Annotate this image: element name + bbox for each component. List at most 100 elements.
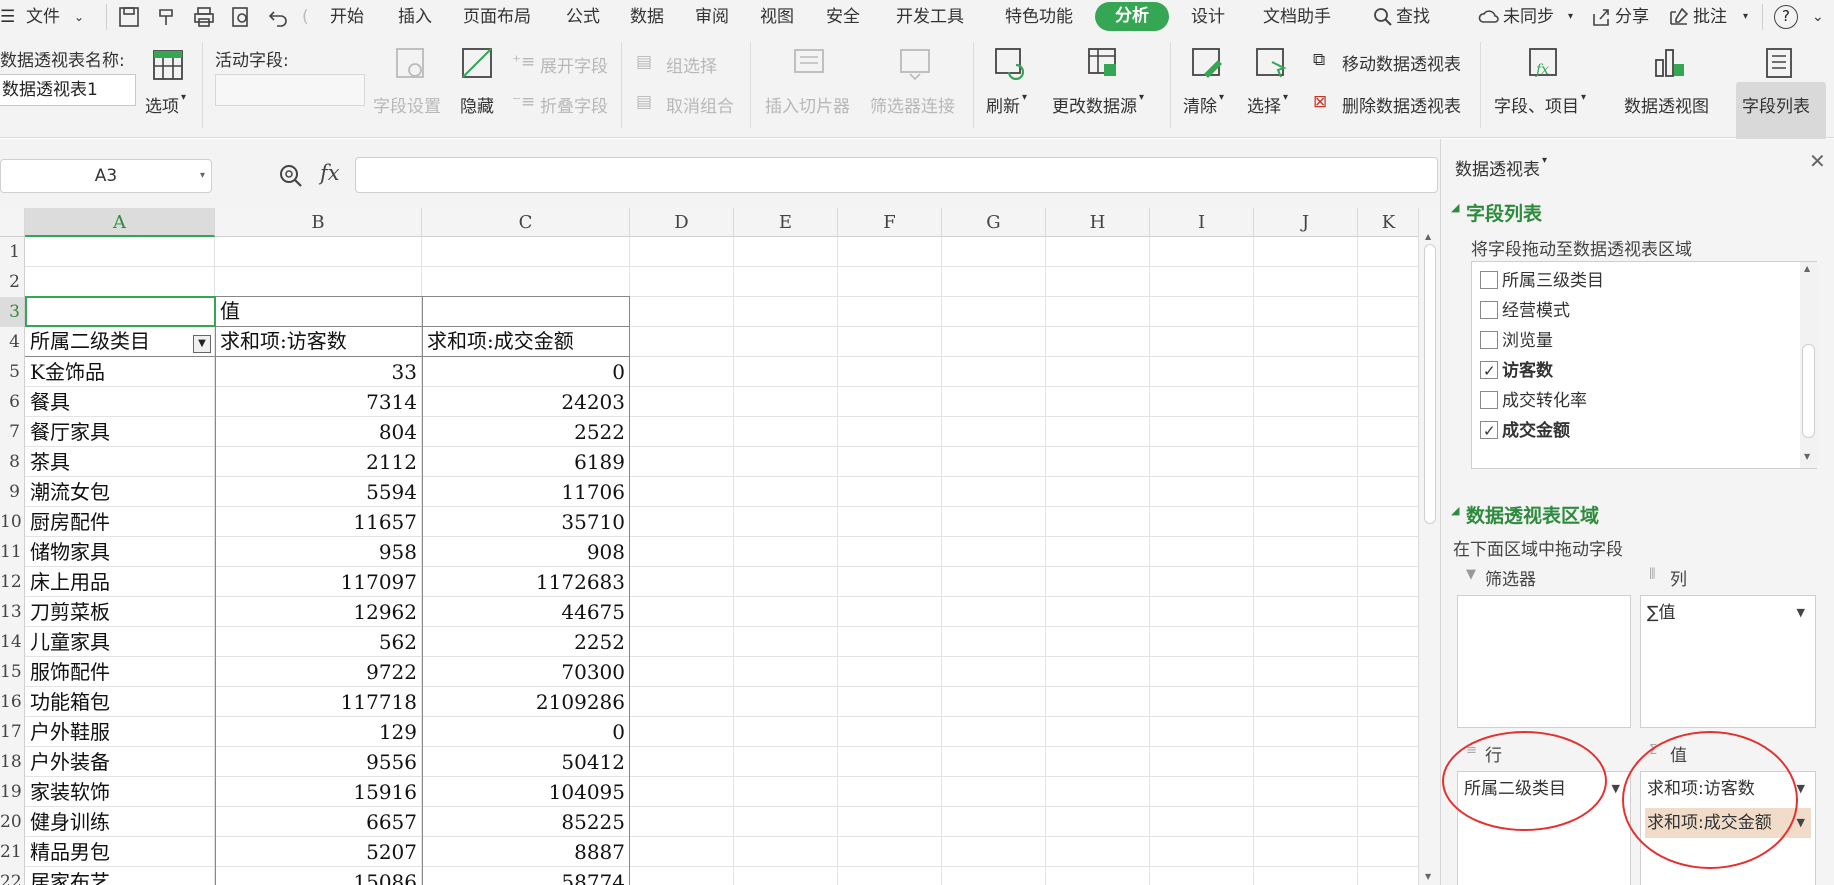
comment-button[interactable]: 批注 — [1693, 0, 1727, 34]
row-header[interactable]: 2 — [0, 267, 25, 297]
tab-analyze[interactable]: 分析 — [1095, 2, 1169, 31]
visitors-cell[interactable]: 117718 — [215, 687, 417, 717]
clear-button[interactable]: 清除 ▾ — [1183, 92, 1224, 117]
visitors-cell[interactable]: 2112 — [215, 447, 417, 477]
checkbox-unchecked[interactable] — [1480, 331, 1498, 349]
row-header[interactable]: 20 — [0, 807, 25, 837]
amount-cell[interactable]: 50412 — [422, 747, 625, 777]
visitors-cell[interactable]: 9722 — [215, 657, 417, 687]
pivot-name-input[interactable]: 数据透视表1 — [0, 74, 136, 106]
amount-cell[interactable]: 1172683 — [422, 567, 625, 597]
share-button[interactable]: 分享 — [1615, 0, 1649, 34]
cloud-sync-icon[interactable] — [1478, 6, 1500, 28]
tab-data[interactable]: 数据 — [630, 0, 664, 34]
pivot-options-icon[interactable] — [151, 48, 185, 82]
row-header[interactable]: 9 — [0, 477, 25, 507]
visitors-cell[interactable]: 129 — [215, 717, 417, 747]
row-header[interactable]: 21 — [0, 837, 25, 867]
row-header[interactable]: 7 — [0, 417, 25, 447]
chevron-down-icon[interactable]: ⌄ — [1812, 0, 1824, 34]
amount-cell[interactable]: 2252 — [422, 627, 625, 657]
row-header[interactable]: 4 — [0, 327, 25, 357]
column-header-f[interactable]: F — [838, 208, 942, 237]
ungroup-button[interactable]: 取消组合 — [666, 92, 734, 117]
tab-insert[interactable]: 插入 — [398, 0, 432, 34]
pivot-col-header-amount[interactable]: 求和项:成交金额 — [427, 326, 574, 356]
column-header-g[interactable]: G — [942, 208, 1046, 237]
hide-icon[interactable] — [460, 46, 494, 80]
save-icon[interactable] — [118, 6, 140, 28]
visitors-cell[interactable]: 117097 — [215, 567, 417, 597]
group-selection-button[interactable]: 组选择 — [666, 52, 717, 77]
change-data-source-icon[interactable] — [1086, 46, 1120, 80]
formula-input[interactable] — [355, 157, 1438, 193]
scroll-thumb[interactable] — [1424, 244, 1436, 524]
visitors-cell[interactable]: 5594 — [215, 477, 417, 507]
column-header-c[interactable]: C — [422, 208, 630, 237]
fields-items-button[interactable]: 字段、项目 ▾ — [1494, 92, 1586, 117]
pivot-chart-button[interactable]: 数据透视图 — [1624, 92, 1709, 117]
category-cell[interactable]: 精品男包 — [30, 837, 110, 867]
amount-cell[interactable]: 2109286 — [422, 687, 625, 717]
checkbox-checked[interactable] — [1480, 418, 1498, 444]
category-cell[interactable]: 户外鞋服 — [30, 717, 110, 747]
row-header[interactable]: 12 — [0, 567, 25, 597]
amount-cell[interactable]: 11706 — [422, 477, 625, 507]
pivot-values-header[interactable]: 值 — [220, 296, 240, 326]
visitors-cell[interactable]: 958 — [215, 537, 417, 567]
active-field-input[interactable] — [215, 74, 365, 106]
chevron-down-icon[interactable]: ▼ — [1797, 598, 1805, 628]
field-item[interactable]: 所属三级类目 — [1480, 268, 1604, 294]
select-all-corner[interactable] — [0, 208, 25, 237]
visitors-cell[interactable]: 804 — [215, 417, 417, 447]
tab-home[interactable]: 开始 — [330, 0, 364, 34]
format-painter-icon[interactable] — [156, 6, 178, 28]
tab-view[interactable]: 视图 — [760, 0, 794, 34]
field-item[interactable]: 成交转化率 — [1480, 388, 1587, 414]
print-icon[interactable] — [193, 6, 215, 28]
amount-cell[interactable]: 58774 — [422, 867, 625, 885]
column-header-e[interactable]: E — [734, 208, 838, 237]
delete-pivot-button[interactable]: 删除数据透视表 — [1342, 92, 1461, 117]
visitors-cell[interactable]: 33 — [215, 357, 417, 387]
scroll-up-icon[interactable]: ▲ — [1425, 232, 1431, 241]
chevron-down-icon[interactable]: ▾ — [1743, 0, 1748, 34]
filter-dropdown-icon[interactable]: ▼ — [193, 335, 211, 353]
chevron-down-icon[interactable]: ⌄ — [74, 0, 84, 34]
row-header[interactable]: 3 — [0, 297, 25, 327]
name-box[interactable]: A3 ▾ — [0, 159, 212, 193]
row-header[interactable]: 18 — [0, 747, 25, 777]
checkbox-unchecked[interactable] — [1480, 301, 1498, 319]
refresh-button[interactable]: 刷新 ▾ — [986, 92, 1027, 117]
options-button[interactable]: 选项 ▾ — [145, 92, 186, 117]
search-icon[interactable] — [1372, 6, 1394, 28]
row-header[interactable]: 17 — [0, 717, 25, 747]
column-header-h[interactable]: H — [1046, 208, 1150, 237]
selected-cell[interactable] — [25, 296, 216, 327]
category-cell[interactable]: 健身训练 — [30, 807, 110, 837]
move-pivot-button[interactable]: 移动数据透视表 — [1342, 50, 1461, 75]
pivot-chart-icon[interactable] — [1652, 46, 1686, 80]
visitors-cell[interactable]: 15916 — [215, 777, 417, 807]
amount-cell[interactable]: 0 — [422, 717, 625, 747]
scroll-down-icon[interactable]: ▼ — [1425, 872, 1431, 881]
category-cell[interactable]: 茶具 — [30, 447, 70, 477]
category-cell[interactable]: 儿童家具 — [30, 627, 110, 657]
amount-cell[interactable]: 85225 — [422, 807, 625, 837]
category-cell[interactable]: 居家布艺 — [30, 867, 110, 885]
column-header-a[interactable]: A — [25, 208, 215, 237]
row-header[interactable]: 11 — [0, 537, 25, 567]
field-item[interactable]: 成交金额 — [1480, 418, 1570, 444]
column-header-k[interactable]: K — [1358, 208, 1420, 237]
tab-formulas[interactable]: 公式 — [566, 0, 600, 34]
visitors-cell[interactable]: 9556 — [215, 747, 417, 777]
column-header-d[interactable]: D — [630, 208, 734, 237]
field-list[interactable]: 所属三级类目经营模式浏览量访客数成交转化率成交金额 ▲ ▼ — [1471, 261, 1817, 469]
hide-button[interactable]: 隐藏 — [460, 92, 494, 117]
field-list-scrollbar[interactable]: ▲ ▼ — [1800, 262, 1817, 468]
amount-cell[interactable]: 70300 — [422, 657, 625, 687]
collapse-triangle-icon[interactable]: ◢ — [1451, 201, 1459, 214]
clear-icon[interactable] — [1190, 46, 1224, 80]
change-data-source-button[interactable]: 更改数据源 ▾ — [1052, 92, 1144, 117]
visitors-cell[interactable]: 6657 — [215, 807, 417, 837]
